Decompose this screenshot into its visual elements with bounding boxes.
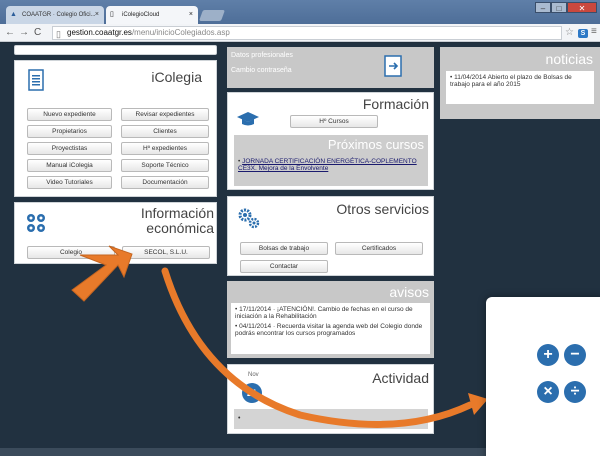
forward-icon[interactable]: →: [19, 27, 29, 39]
close-tab-icon[interactable]: ×: [95, 6, 99, 24]
browser-tab-icolegiocloud[interactable]: ▯ iColegioCloud ×: [106, 6, 198, 24]
calculator-overlay: + − × ÷: [486, 297, 600, 456]
url-input[interactable]: ▯ gestion.coaatgr.es/menu/inicioColegiad…: [52, 26, 562, 40]
divide-icon[interactable]: ÷: [564, 381, 586, 403]
back-icon[interactable]: ←: [5, 27, 15, 39]
address-bar: ← → C ▯ gestion.coaatgr.es/menu/inicioCo…: [0, 24, 600, 42]
bookmark-star-icon[interactable]: ☆: [565, 27, 574, 39]
maximize-button[interactable]: □: [551, 2, 567, 13]
tab-label: COAATGR · Colegio Ofici...: [22, 12, 96, 18]
new-tab-button[interactable]: [198, 10, 226, 21]
url-host: gestion.coaatgr.es: [67, 28, 132, 37]
minus-icon[interactable]: −: [564, 344, 586, 366]
minimize-button[interactable]: –: [535, 2, 551, 13]
close-window-button[interactable]: ✕: [567, 2, 597, 13]
site-favicon-icon: ▲: [10, 11, 17, 18]
browser-menu-icon[interactable]: ≡: [591, 26, 597, 37]
close-tab-icon[interactable]: ×: [189, 6, 193, 24]
curved-arrow-head-icon: [468, 393, 488, 415]
browser-tab-coaatgr[interactable]: ▲ COAATGR · Colegio Ofici... ×: [6, 6, 104, 24]
reload-icon[interactable]: C: [34, 27, 41, 39]
page-favicon-icon: ▯: [110, 11, 114, 18]
times-icon[interactable]: ×: [537, 381, 559, 403]
browser-tab-bar: ▲ COAATGR · Colegio Ofici... × ▯ iColegi…: [0, 0, 600, 24]
tab-label: iColegioCloud: [122, 12, 160, 18]
extension-icon[interactable]: S: [578, 29, 588, 38]
plus-icon[interactable]: +: [537, 344, 559, 366]
page-icon: ▯: [56, 29, 61, 39]
curved-arrow-icon: [161, 267, 474, 428]
orange-up-arrow-icon: [71, 245, 133, 302]
url-path: /menu/inicioColegiados.asp: [131, 28, 230, 37]
